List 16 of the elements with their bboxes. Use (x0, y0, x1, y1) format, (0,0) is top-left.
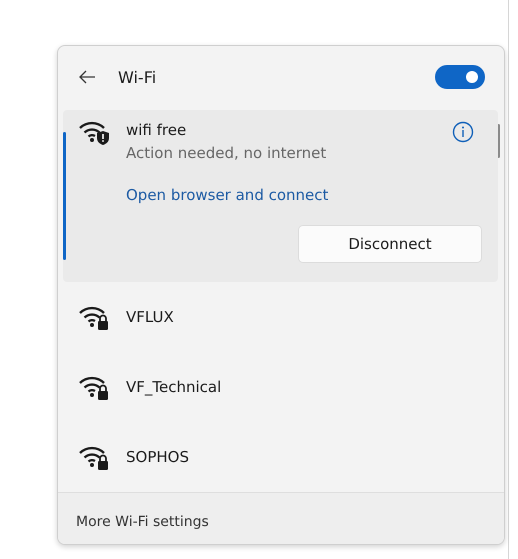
network-status: Action needed, no internet (126, 143, 328, 164)
panel-title: Wi-Fi (118, 68, 158, 86)
disconnect-button[interactable]: Disconnect (298, 225, 482, 263)
network-name: wifi free (126, 120, 188, 141)
more-settings-link[interactable]: More Wi-Fi settings (76, 514, 209, 530)
info-icon[interactable] (452, 121, 474, 143)
wifi-toggle[interactable] (435, 65, 485, 89)
network-item[interactable]: SOPHOS (63, 422, 498, 492)
network-item[interactable]: VF_Technical (63, 352, 498, 422)
network-name: VFLUX (126, 307, 175, 328)
network-item[interactable]: VFLUX (63, 282, 498, 352)
back-button[interactable] (78, 70, 96, 84)
browser-connect-link[interactable]: Open browser and connect (126, 186, 328, 204)
network-name: VF_Technical (126, 377, 222, 398)
network-item[interactable]: wifi free Action needed, no internet Open browser and connect Disconnect (63, 110, 498, 282)
network-name: SOPHOS (126, 447, 190, 468)
